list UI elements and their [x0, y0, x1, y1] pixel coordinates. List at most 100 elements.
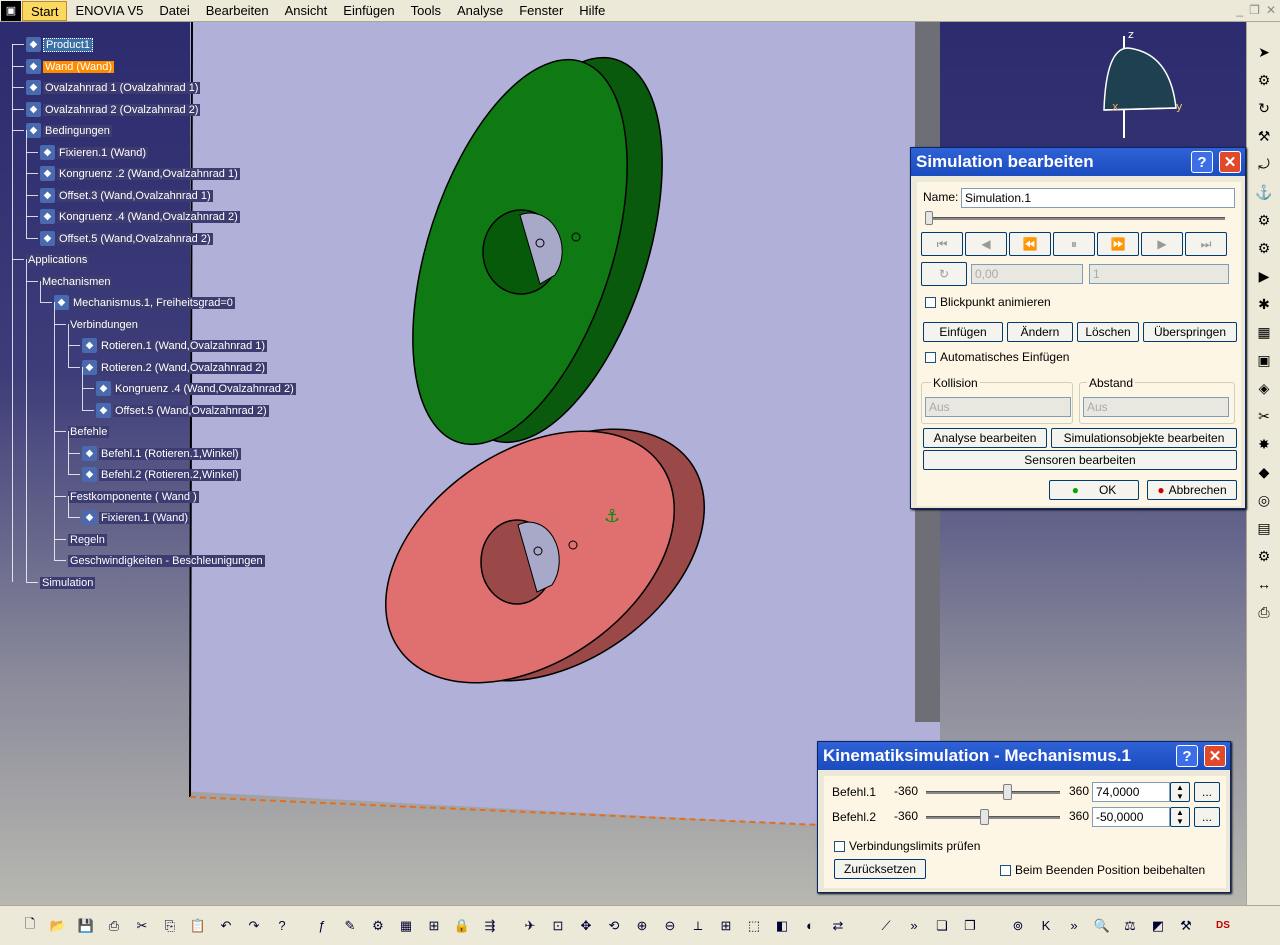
clone-icon[interactable]: ❏	[931, 915, 953, 937]
redo-icon[interactable]: ↷	[243, 915, 265, 937]
tree-node[interactable]: ◆ Rotieren.1 (Wand,Ovalzahnrad 1)	[82, 337, 268, 354]
print-icon[interactable]: ⎙	[103, 915, 125, 937]
tree-node[interactable]: Verbindungen	[68, 316, 140, 333]
tree-node[interactable]: ◆ Offset.3 (Wand,Ovalzahnrad 1)	[40, 187, 213, 204]
skip-button[interactable]: Überspringen	[1143, 322, 1237, 342]
paste-special-icon[interactable]: ❐	[959, 915, 981, 937]
compile-icon[interactable]: ◆	[1252, 460, 1276, 484]
forward-icon[interactable]: »	[903, 915, 925, 937]
pan-icon[interactable]: ✥	[575, 915, 597, 937]
tree-node[interactable]: ◆ Wand (Wand)	[26, 58, 115, 75]
sensor-icon[interactable]: ◈	[1252, 376, 1276, 400]
shading-icon[interactable]: ◧	[771, 915, 793, 937]
whats-this-icon[interactable]: ?	[271, 915, 293, 937]
fly-mode-icon[interactable]: ✈	[519, 915, 541, 937]
iso-view-icon[interactable]: ⬚	[743, 915, 765, 937]
tree-node[interactable]: ◆ Product1	[26, 36, 94, 53]
undo-icon[interactable]: ↶	[215, 915, 237, 937]
inspect-icon[interactable]: ◩	[1147, 915, 1169, 937]
tree-node[interactable]: ◆ Kongruenz .4 (Wand,Ovalzahnrad 2)	[40, 208, 240, 225]
joint-icon[interactable]: ⚒	[1252, 124, 1276, 148]
distance-select[interactable]: Aus	[1083, 397, 1229, 417]
insert-button[interactable]: Einfügen	[923, 322, 1003, 342]
tree-node[interactable]: ◆ Offset.5 (Wand,Ovalzahnrad 2)	[96, 402, 269, 419]
mechanism-analysis-icon[interactable]: ⚙	[1252, 236, 1276, 260]
help-icon[interactable]: ?	[1176, 745, 1198, 767]
tree-node[interactable]: ◆ Befehl.1 (Rotieren.1,Winkel)	[82, 445, 241, 462]
tree-node[interactable]: ◆ Rotieren.2 (Wand,Ovalzahnrad 2)	[82, 359, 268, 376]
command-slider-thumb[interactable]	[980, 809, 989, 825]
cube-icon[interactable]: ▣	[1252, 348, 1276, 372]
catalog-icon[interactable]: ⊞	[423, 915, 445, 937]
jump-start-button[interactable]: ⏮	[921, 232, 963, 256]
simulation-dialog-titlebar[interactable]: Simulation bearbeiten ? ✕	[911, 148, 1245, 176]
comment-icon[interactable]: ✎	[339, 915, 361, 937]
step-count-select[interactable]: 1	[1089, 264, 1229, 284]
search-icon[interactable]: 🔍	[1091, 915, 1113, 937]
tools-icon[interactable]: ✂	[1252, 404, 1276, 428]
tree-node[interactable]: Regeln	[68, 531, 107, 548]
step-backward-button[interactable]: ⏪	[1009, 232, 1051, 256]
kinematics-dialog-titlebar[interactable]: Kinematiksimulation - Mechanismus.1 ? ✕	[818, 742, 1230, 770]
edit-simulation-objects-button[interactable]: Simulationsobjekte bearbeiten	[1051, 428, 1237, 448]
tree-node[interactable]: ◆ Offset.5 (Wand,Ovalzahnrad 2)	[40, 230, 213, 247]
loop-mode-button[interactable]: ↻	[921, 262, 967, 286]
open-folder-icon[interactable]: 📂	[47, 915, 69, 937]
formula-icon[interactable]: ƒ	[311, 915, 333, 937]
step-value-input[interactable]: 0,00	[971, 264, 1083, 284]
print-icon[interactable]: ⎙	[1252, 600, 1276, 624]
tree-node[interactable]: ◆ Fixieren.1 (Wand)	[40, 144, 149, 161]
tree-node[interactable]: ◆ Ovalzahnrad 1 (Ovalzahnrad 1)	[26, 79, 201, 96]
close-icon[interactable]: ✕	[1204, 745, 1226, 767]
collision-select[interactable]: Aus	[925, 397, 1071, 417]
tree-node[interactable]: Mechanismen	[40, 273, 113, 290]
tree-node[interactable]: Simulation	[40, 574, 96, 591]
tree-node[interactable]: ◆ Befehl.2 (Rotieren.2,Winkel)	[82, 466, 241, 483]
animate-viewpoint-checkbox[interactable]: Blickpunkt animieren	[925, 295, 1051, 309]
new-file-icon[interactable]: 🗋	[19, 915, 41, 937]
specification-tree[interactable]: ◆ Product1 ◆ Wand (Wand) ◆ Ovalzahnrad 1 (Ova…	[4, 36, 304, 596]
tool-icon[interactable]: ⚒	[1175, 915, 1197, 937]
table-icon[interactable]: ▦	[395, 915, 417, 937]
hide-show-icon[interactable]: ◐	[799, 915, 821, 937]
compare-icon[interactable]: ⚖	[1119, 915, 1141, 937]
next-icon[interactable]: »	[1063, 915, 1085, 937]
tree-node[interactable]: ◆ Mechanismus.1, Freiheitsgrad=0	[54, 294, 235, 311]
revolute-joint-icon[interactable]: ⤾	[1252, 152, 1276, 176]
command-value-input[interactable]: -50,0000	[1092, 807, 1170, 827]
links-icon[interactable]: ⇶	[479, 915, 501, 937]
rotate-view-icon[interactable]: ⟲	[603, 915, 625, 937]
compass-widget[interactable]: z x y	[1080, 28, 1190, 138]
spin-arrows-icon[interactable]: ▲▼	[1170, 782, 1190, 802]
play-forward-button[interactable]: ▶	[1141, 232, 1183, 256]
gear-ovalzahnrad-2[interactable]: ⚓	[339, 377, 752, 735]
delete-button[interactable]: Löschen	[1077, 322, 1139, 342]
tree-node[interactable]: Befehle	[68, 423, 110, 440]
tree-node[interactable]: ◆ Ovalzahnrad 2 (Ovalzahnrad 2)	[26, 101, 201, 118]
tree-node[interactable]: Festkomponente ( Wand )	[68, 488, 199, 505]
lock-icon[interactable]: 🔒	[451, 915, 473, 937]
save-icon[interactable]: 💾	[75, 915, 97, 937]
reset-button[interactable]: Zurücksetzen	[834, 859, 926, 879]
edit-sensors-button[interactable]: Sensoren bearbeiten	[923, 450, 1237, 470]
play-backward-button[interactable]: ◀	[965, 232, 1007, 256]
check-joint-limits-checkbox[interactable]: Verbindungslimits prüfen	[834, 839, 980, 853]
zoom-in-icon[interactable]: ⊕	[631, 915, 653, 937]
tree-node[interactable]: ◆ Bedingungen	[26, 122, 112, 139]
cancel-button[interactable]: ● Abbrechen	[1147, 480, 1237, 500]
swap-space-icon[interactable]: ⇄	[827, 915, 849, 937]
keep-position-checkbox[interactable]: Beim Beenden Position beibehalten	[1000, 863, 1205, 877]
zoom-out-icon[interactable]: ⊖	[659, 915, 681, 937]
close-icon[interactable]: ✕	[1219, 151, 1241, 173]
spin-arrows-icon[interactable]: ▲▼	[1170, 807, 1190, 827]
swirl-icon[interactable]: ◎	[1252, 488, 1276, 512]
paste-icon[interactable]: 📋	[187, 915, 209, 937]
auto-insert-checkbox[interactable]: Automatisches Einfügen	[925, 350, 1069, 364]
multi-view-icon[interactable]: ⊞	[715, 915, 737, 937]
tree-node[interactable]: ◆ Kongruenz .4 (Wand,Ovalzahnrad 2)	[96, 380, 296, 397]
simulation-icon[interactable]: ▶	[1252, 264, 1276, 288]
command-value-input[interactable]: 74,0000	[1092, 782, 1170, 802]
assembly-constraints-icon[interactable]: ⚙	[1252, 208, 1276, 232]
cut-icon[interactable]: ✂	[131, 915, 153, 937]
ok-button[interactable]: ● OK	[1049, 480, 1139, 500]
